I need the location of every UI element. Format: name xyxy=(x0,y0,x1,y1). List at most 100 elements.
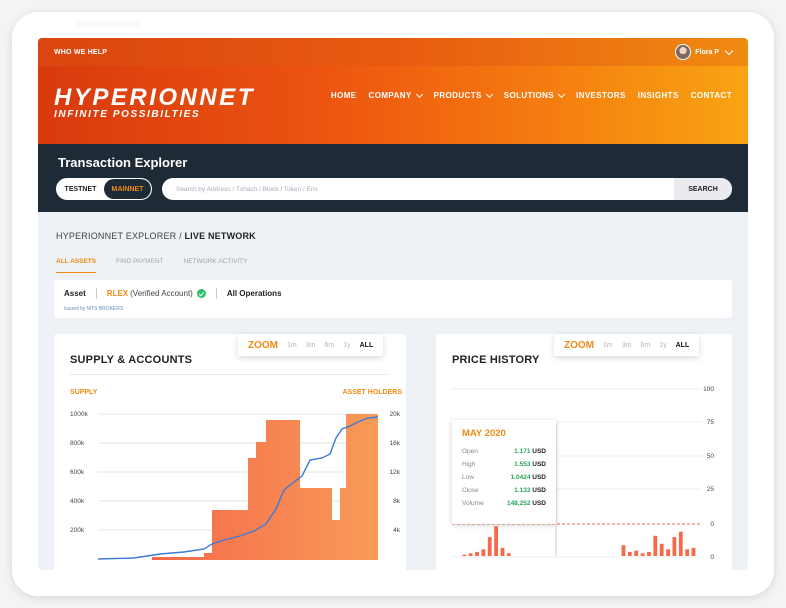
nav-solutions[interactable]: SOLUTIONS xyxy=(504,90,566,100)
price-history-panel: ZOOM 1m 3m 6m 1y ALL PRICE HISTORY 100 7… xyxy=(436,334,732,570)
tick-label: 12k xyxy=(390,469,401,476)
price-tooltip: MAY 2020 Open 1.171 USD High 1.553 USD Low… xyxy=(452,420,556,524)
nav-contact[interactable]: CONTACT xyxy=(691,91,732,100)
tick-label: 8k xyxy=(393,498,401,505)
issued-by[interactable]: Issued by MTS BROKERS xyxy=(64,306,123,312)
tooltip-row: Open 1.171 USD xyxy=(462,448,546,455)
volume-bar xyxy=(500,547,505,556)
tick-label: 800k xyxy=(70,440,85,447)
volume-bar xyxy=(506,553,511,556)
browser-screen: WHO WE HELP Flora P HYPERIONNET INFINITE… xyxy=(38,38,748,570)
volume-bar xyxy=(640,553,645,556)
verified-check-icon xyxy=(196,289,206,298)
right-ticks: 20k 16k 12k 8k 4k xyxy=(390,411,401,534)
tick-label: 50 xyxy=(707,453,715,460)
breadcrumb: HYPERIONNET EXPLORER / LIVE NETWORK xyxy=(56,231,256,241)
header-hero: HYPERIONNET INFINITE POSSIBILTIES HOME C… xyxy=(38,66,748,144)
search-button[interactable]: SEARCH xyxy=(674,178,732,200)
volume-bar xyxy=(666,549,670,557)
tick-label: 600k xyxy=(70,469,85,476)
main-nav: HOME COMPANY PRODUCTS SOLUTIONS INVESTOR… xyxy=(331,90,732,100)
volume-bar xyxy=(468,553,473,556)
volume-bar xyxy=(475,551,479,556)
frame-tab xyxy=(76,20,140,28)
chevron-down-icon xyxy=(415,90,423,98)
tick-label: 1000k xyxy=(70,411,88,418)
divider xyxy=(95,288,97,299)
holders-axis-label: ASSET HOLDERS xyxy=(342,389,402,396)
explorer-band: Transaction Explorer TESTNET MAINNET SEA… xyxy=(38,144,748,212)
volume-bar xyxy=(462,554,467,557)
asset-verified-label: (Verified Account) xyxy=(130,289,193,298)
tab-network-activity[interactable]: NETWORK ACTIVITY xyxy=(184,258,248,273)
user-menu[interactable]: Flora P xyxy=(675,44,734,60)
supply-accounts-panel: ZOOM 1m 3m 6m 1y ALL SUPPLY & ACCOUNTS S… xyxy=(54,334,406,570)
brand-title[interactable]: HYPERIONNET xyxy=(54,86,255,110)
volume-bar xyxy=(691,547,696,556)
brand-logo[interactable]: HYPERIONNET INFINITE POSSIBILTIES xyxy=(54,86,255,121)
page-title: Transaction Explorer xyxy=(58,155,188,170)
tab-find-payment[interactable]: FIND PAYMENT xyxy=(116,258,163,273)
tooltip-row: Low 1.0424 USD xyxy=(462,474,546,481)
volume-bar xyxy=(494,526,498,556)
testnet-button[interactable]: TESTNET xyxy=(57,179,104,199)
volume-bar xyxy=(678,531,683,556)
tick-label: 0 xyxy=(710,554,714,561)
asset-row: Asset RLEX (Verified Account) All Operat… xyxy=(64,288,282,299)
volume-bar xyxy=(672,537,677,556)
tick-label: 25 xyxy=(707,486,715,493)
mainnet-button[interactable]: MAINNET xyxy=(104,179,151,199)
supply-axis-label: SUPPLY xyxy=(70,389,98,396)
tooltip-row: Close 1.133 USD xyxy=(462,487,546,494)
volume-bar xyxy=(621,545,626,556)
nav-investors[interactable]: INVESTORS xyxy=(576,91,626,100)
tick-label: 400k xyxy=(70,498,85,505)
nav-home[interactable]: HOME xyxy=(331,91,357,100)
search-bar: SEARCH xyxy=(162,178,732,200)
tick-label: 16k xyxy=(390,440,401,447)
tab-all-assets[interactable]: ALL ASSETS xyxy=(56,258,97,273)
chevron-down-icon xyxy=(485,90,493,98)
chevron-down-icon xyxy=(557,90,566,98)
breadcrumb-root[interactable]: HYPERIONNET EXPLORER / xyxy=(56,231,184,241)
volume-bar xyxy=(685,549,690,557)
asset-code[interactable]: RLEX xyxy=(107,289,128,298)
divider xyxy=(215,288,217,299)
asset-label: Asset xyxy=(64,289,86,298)
volume-bar xyxy=(659,543,664,556)
price-ticks: 100 75 50 25 0 0 xyxy=(703,386,714,561)
tick-label: 75 xyxy=(707,419,715,426)
tick-label: 200k xyxy=(70,527,85,534)
nav-products[interactable]: PRODUCTS xyxy=(434,90,493,100)
asset-card: Asset RLEX (Verified Account) All Operat… xyxy=(54,280,732,318)
tick-label: 0 xyxy=(710,521,714,528)
user-name[interactable]: Flora P xyxy=(695,49,719,56)
tick-label: 100 xyxy=(703,386,714,393)
tooltip-row: High 1.553 USD xyxy=(462,461,546,468)
nav-insights[interactable]: INSIGHTS xyxy=(638,91,679,100)
volume-bar xyxy=(481,549,486,557)
tick-label: 20k xyxy=(390,411,401,418)
tooltip-row: Volume 148,252 USD xyxy=(462,500,546,507)
nav-company[interactable]: COMPANY xyxy=(369,90,423,100)
top-bar: WHO WE HELP Flora P xyxy=(38,38,748,66)
left-ticks: 1000k 800k 600k 400k 200k xyxy=(70,411,88,534)
volume-bar xyxy=(653,535,658,557)
network-toggle[interactable]: TESTNET MAINNET xyxy=(56,178,152,200)
volume-bars xyxy=(462,526,696,557)
volume-bar xyxy=(627,551,632,556)
supply-area xyxy=(152,414,378,560)
volume-bar xyxy=(487,537,492,556)
breadcrumb-current: LIVE NETWORK xyxy=(184,231,256,241)
chevron-down-icon[interactable] xyxy=(724,46,734,55)
tick-label: 4k xyxy=(393,527,401,534)
tooltip-title: MAY 2020 xyxy=(462,428,506,439)
volume-bar xyxy=(647,551,651,556)
all-operations-link[interactable]: All Operations xyxy=(227,289,282,298)
asset-tabs: ALL ASSETS FIND PAYMENT NETWORK ACTIVITY xyxy=(56,258,247,273)
who-we-help-link[interactable]: WHO WE HELP xyxy=(54,49,107,56)
volume-bar xyxy=(634,550,639,556)
avatar[interactable] xyxy=(675,44,692,60)
supply-chart: SUPPLY ASSET HOLDERS 1000k 800k 600k 400… xyxy=(70,389,402,560)
search-input[interactable] xyxy=(162,178,674,200)
